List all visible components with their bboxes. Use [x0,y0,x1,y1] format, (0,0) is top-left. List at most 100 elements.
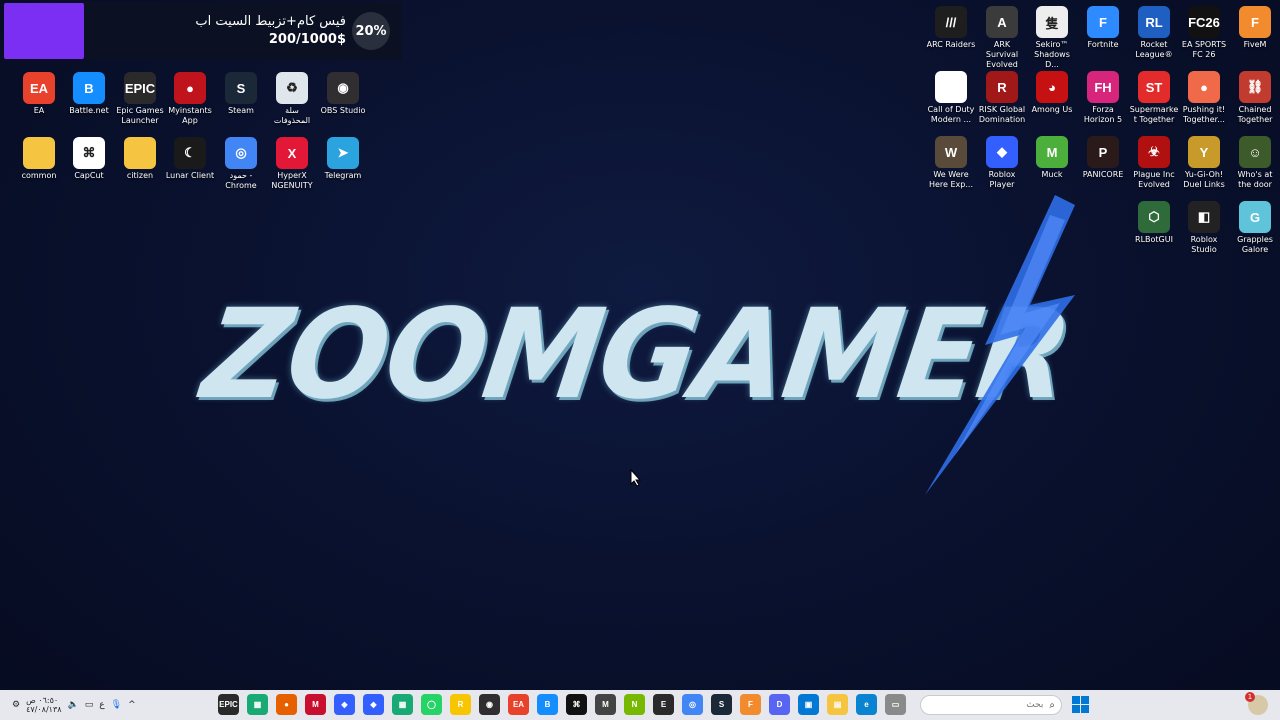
window-icon[interactable]: ▭ [885,694,906,715]
myinstants-icon: ● [174,72,206,104]
desktop-icon[interactable]: ◕ Among Us [1027,71,1077,115]
desktop-icon[interactable]: ☣ Plague Inc Evolved [1129,136,1179,190]
desktop-icon[interactable]: FC26 EA SPORTS FC 26 [1179,6,1229,60]
desktop-icon[interactable]: ◧ Roblox Studio [1179,201,1229,255]
desktop-icon[interactable]: ➤ Telegram [318,137,368,181]
desktop-icon[interactable]: EA EA [14,72,64,116]
desktop-icon[interactable]: B Battle.net [64,72,114,116]
store-icon[interactable]: ▣ [798,694,819,715]
rockstar-icon[interactable]: R [450,694,471,715]
desktop-icon[interactable]: ● Pushing it! Together... [1179,71,1229,125]
desktop-icon[interactable]: 隻 Sekiro™ Shadows D... [1027,6,1077,70]
desktop-icon[interactable]: X HyperX NGENUITY [267,137,317,191]
desktop-icon-label: Epic Games Launcher [116,106,164,125]
notification-area[interactable]: 1 [1245,692,1268,715]
desktop-icon[interactable]: F Fortnite [1078,6,1128,50]
desktop-icon[interactable]: F FiveM [1230,6,1280,50]
network-icon[interactable]: ▭ [85,700,94,710]
chrome-icon[interactable]: ◎ [682,694,703,715]
desktop-icon[interactable]: ◆ Roblox Player [977,136,1027,190]
forza-icon: FH [1087,71,1119,103]
app-icon[interactable]: ▦ [247,694,268,715]
desktop-icon[interactable]: FH Forza Horizon 5 [1078,71,1128,125]
clock-time: ٠٦:٥٠ ص [26,696,59,705]
firefox-icon[interactable]: ● [276,694,297,715]
ark-icon: A [986,6,1018,38]
avatar[interactable]: 1 [1245,692,1268,715]
donation-color-swatch [4,3,84,59]
among-us-icon: ◕ [1036,71,1068,103]
desktop-icon[interactable]: Y Yu-Gi-Oh! Duel Links [1179,136,1229,190]
desktop-icon[interactable]: Call of Duty Modern ... [926,71,976,125]
desktop-icon-label: Muck [1041,170,1063,179]
myinstants-icon[interactable]: M [595,694,616,715]
desktop-icon[interactable]: P PANICORE [1078,136,1128,180]
app2-icon[interactable]: ▦ [392,694,413,715]
chevron-up-icon[interactable]: ^ [128,700,136,710]
rlbotgui-icon: ⬡ [1138,201,1170,233]
clock[interactable]: ٠٦:٥٠ ص ٤٧/٠٨/١٣٨ [26,696,61,714]
whatsapp-icon[interactable]: ◯ [421,694,442,715]
desktop-icon-label: citizen [126,171,154,180]
desktop-icon[interactable]: ● Myinstants App [165,72,215,126]
windows-start-icon[interactable] [1072,696,1089,713]
discord-icon[interactable]: D [769,694,790,715]
we-were-here-icon: W [935,136,967,168]
desktop-icon-label: Who's at the door [1237,170,1273,189]
desktop-icon[interactable]: ♻ سلة المحذوفات [267,72,317,126]
desktop-icon[interactable]: ST Supermarket Together [1129,71,1179,125]
roblox-studio-icon[interactable]: ◆ [363,694,384,715]
obs-icon[interactable]: ◉ [479,694,500,715]
ea-icon[interactable]: EA [508,694,529,715]
desktop-icon-label: We Were Here Exp... [928,170,973,189]
desktop-icon[interactable]: M Muck [1027,136,1077,180]
desktop-icon-label: Yu-Gi-Oh! Duel Links [1183,170,1225,189]
desktop-icon[interactable]: W We Were Here Exp... [926,136,976,190]
desktop-icon[interactable]: ☺ Who's at the door [1230,136,1280,190]
roblox-player-icon[interactable]: ◆ [334,694,355,715]
search-input[interactable] [943,700,1044,710]
desktop-icon[interactable]: RL Rocket League® [1129,6,1179,60]
volume-icon[interactable]: 🔈 [68,700,79,710]
capcut-icon[interactable]: ⌘ [566,694,587,715]
desktop-icon[interactable]: ⌘ CapCut [64,137,114,181]
desktop-icon-label: Call of Duty Modern ... [927,105,975,124]
desktop-icon[interactable]: ◉ OBS Studio [318,72,368,116]
desktop-icon[interactable]: A ARK Survival Evolved [977,6,1027,70]
steam-icon[interactable]: S [711,694,732,715]
desktop-icon[interactable]: ⬡ RLBotGUI [1129,201,1179,245]
microphone-icon[interactable]: 🎙 [111,700,122,710]
desktop-icon[interactable]: /// ARC Raiders [926,6,976,50]
desktop-icon[interactable]: ☾ Lunar Client [165,137,215,181]
desktop-icon[interactable]: citizen [115,137,165,181]
language-indicator[interactable]: ع [99,700,104,710]
nvidia-icon[interactable]: N [624,694,645,715]
fivem-icon[interactable]: F [740,694,761,715]
desktop-icon[interactable]: R RISK Global Domination [977,71,1027,125]
desktop-icon-label: FiveM [1243,40,1267,49]
desktop-icon[interactable]: S Steam [216,72,266,116]
desktop-icon[interactable]: G Grapples Galore [1230,201,1280,255]
desktop-icon[interactable]: EPIC Epic Games Launcher [115,72,165,126]
search-box[interactable]: ⌕ [920,695,1062,715]
desktop-icon-label: Rocket League® [1135,40,1173,59]
desktop-icon-label: Battle.net [69,106,109,115]
desktop-icon[interactable]: ⛓ Chained Together [1230,71,1280,125]
desktop-icon-label: Lunar Client [165,171,215,180]
desktop-icon[interactable]: ◎ حمود - Chrome [216,137,266,191]
folder-icon[interactable]: ▤ [827,694,848,715]
fortnite-icon: F [1087,6,1119,38]
epic-games-icon[interactable]: EPIC [218,694,239,715]
desktop-icon-label: Pushing it! Together... [1182,105,1226,124]
desktop-icon-label: Grapples Galore [1237,235,1273,254]
mcafee-icon[interactable]: M [305,694,326,715]
desktop-icon-label: ARK Survival Evolved [985,40,1019,69]
desktop-icon-label: Myinstants App [168,106,212,125]
epic-games-icon[interactable]: E [653,694,674,715]
arc-raiders-icon: /// [935,6,967,38]
settings-icon[interactable]: ⚙ [12,700,20,710]
battlenet-icon[interactable]: B [537,694,558,715]
edge-icon[interactable]: e [856,694,877,715]
epic-games-icon: EPIC [124,72,156,104]
desktop-icon[interactable]: common [14,137,64,181]
